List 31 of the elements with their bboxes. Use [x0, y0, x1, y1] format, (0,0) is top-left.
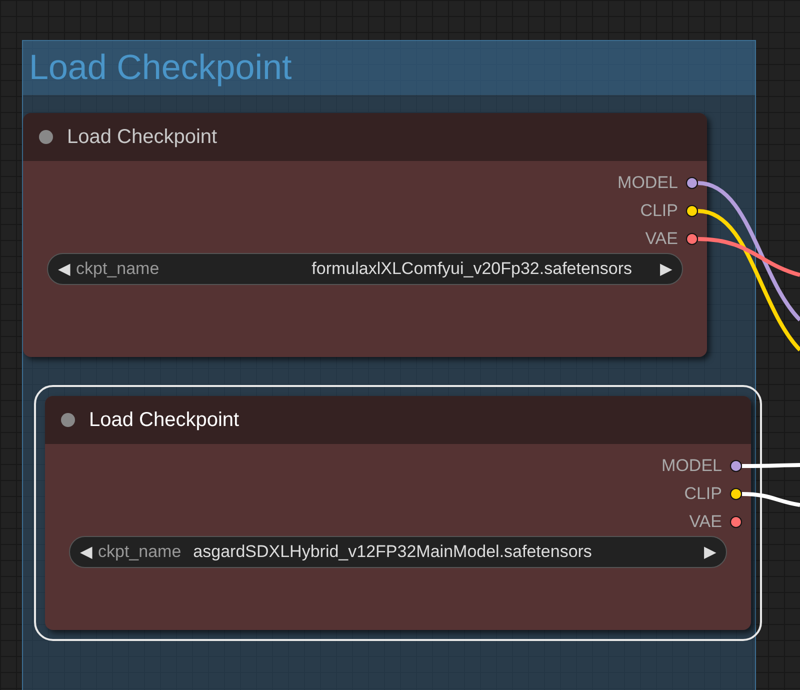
node-status-dot [39, 130, 53, 144]
output-slot[interactable] [730, 516, 742, 528]
output-label: CLIP [684, 484, 722, 504]
output-slot[interactable] [686, 205, 698, 217]
output-label: MODEL [662, 456, 722, 476]
link-wire [742, 463, 800, 468]
node-status-dot [61, 413, 75, 427]
left-arrow[interactable]: ◀ [80, 542, 92, 562]
right-arrow[interactable]: ▶ [704, 542, 716, 562]
widget-label: ckpt_name [98, 542, 182, 562]
combo-widget[interactable]: ◀ ckpt_name asgardSDXLHybrid_v12FP32MainModel.safetensors ▶ [69, 536, 727, 568]
output-slot[interactable] [686, 233, 698, 245]
widget-value: asgardSDXLHybrid_v12FP32MainModel.safetensors [192, 542, 593, 562]
link-wire [742, 492, 800, 507]
output-label: CLIP [640, 201, 678, 221]
right-arrow[interactable]: ▶ [660, 259, 672, 279]
output-label: VAE [645, 229, 678, 249]
output-slot[interactable] [730, 460, 742, 472]
group-title: Load Checkpoint [23, 41, 755, 95]
output-slot[interactable] [686, 177, 698, 189]
node-card[interactable]: Load Checkpoint MODEL CLIP VAE ◀ ckpt_name asgardSDXLHybrid_v12FP32MainModel.safetensors ▶ [45, 396, 751, 630]
node-card[interactable]: Load Checkpoint MODEL CLIP VAE ◀ ckpt_name formulaxlXLComfyui_v20Fp32.safetensors ▶ [23, 113, 707, 357]
output-slot[interactable] [730, 488, 742, 500]
widget-label: ckpt_name [76, 259, 160, 279]
output-label: VAE [689, 512, 722, 532]
node-title: Load Checkpoint [67, 126, 218, 148]
output-label: MODEL [618, 173, 678, 193]
combo-widget[interactable]: ◀ ckpt_name formulaxlXLComfyui_v20Fp32.safetensors ▶ [47, 253, 683, 285]
node-title: Load Checkpoint [89, 408, 240, 432]
left-arrow[interactable]: ◀ [58, 259, 70, 279]
widget-value: formulaxlXLComfyui_v20Fp32.safetensors [310, 259, 633, 279]
